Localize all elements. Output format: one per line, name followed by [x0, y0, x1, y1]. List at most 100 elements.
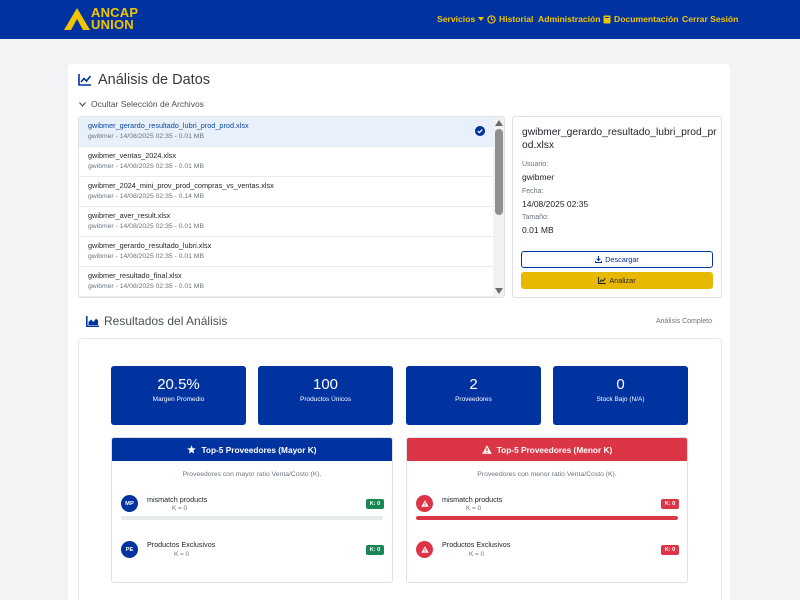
analysis-status: Análisis Completo	[656, 318, 713, 325]
results-title: Resultados del Análisis	[86, 314, 227, 328]
file-meta: gwibmer - 14/08/2025 02:35 - 0.14 MB	[88, 193, 204, 200]
panel-title: Top-5 Proveedores (Mayor K)	[201, 444, 317, 455]
page-title-text: Análisis de Datos	[98, 72, 211, 88]
file-item[interactable]: gwibmer_gerardo_resultado_lubri_prod_pro…	[79, 117, 493, 147]
metric-label: Margen Promedio	[152, 396, 205, 403]
size-value: 0.01 MB	[522, 225, 554, 235]
metric-value: 0	[616, 376, 625, 393]
ancap-logo-icon	[64, 8, 90, 30]
date-value: 14/08/2025 02:35	[522, 199, 589, 209]
panel-subtitle: Proveedores con mayor ratio Venta/Costo …	[182, 471, 322, 478]
metric-card-products: 100 Productos Únicos	[258, 366, 393, 425]
supplier-name: Productos Exclusivos	[147, 540, 216, 549]
metric-card-margin: 20.5% Margen Promedio	[111, 366, 246, 425]
nav-cerrar-sesion[interactable]: Cerrar Sesión	[682, 14, 738, 24]
file-meta: gwibmer - 14/08/2025 02:35 - 0.01 MB	[88, 133, 204, 140]
file-meta: gwibmer - 14/08/2025 02:35 - 0.01 MB	[88, 253, 204, 260]
supplier-avatar	[416, 495, 433, 512]
ancap-union-logo[interactable]: ANCAP UNION	[64, 6, 156, 33]
file-name: gwibmer_aver_result.xlsx	[88, 211, 171, 220]
file-meta: gwibmer - 14/08/2025 02:35 - 0.01 MB	[88, 283, 204, 290]
date-label: Fecha:	[522, 188, 544, 195]
top-suppliers-major-panel: Top-5 Proveedores (Mayor K) Proveedores …	[111, 437, 393, 583]
brand-line-2: UNION	[91, 17, 134, 32]
area-chart-icon	[86, 315, 99, 327]
history-icon	[487, 14, 496, 24]
top-navbar: ANCAP UNION Servicios Historial Administ…	[0, 0, 800, 39]
metric-label: Proveedores	[455, 396, 492, 403]
download-button[interactable]: Descargar	[521, 251, 713, 268]
selected-file-title: gwibmer_gerardo_resultado_lubri_prod_pro…	[522, 127, 717, 151]
k-badge: K: 0	[366, 545, 384, 555]
metric-label: Productos Únicos	[300, 396, 351, 403]
file-name: gwibmer_2024_mini_prov_prod_compras_vs_v…	[88, 181, 274, 190]
file-name: gwibmer_gerardo_resultado_lubri.xlsx	[88, 241, 212, 250]
supplier-name: mismatch products	[442, 495, 503, 504]
toggle-label: Ocultar Selección de Archivos	[91, 99, 204, 109]
supplier-k-text: K = 0	[174, 551, 190, 558]
warning-triangle-icon	[420, 500, 429, 507]
file-details-card: gwibmer_gerardo_resultado_lubri_prod_pro…	[512, 116, 722, 298]
supplier-avatar: PE	[121, 541, 138, 558]
metric-label: Stock Bajo (N/A)	[596, 396, 645, 403]
nav-historial-label: Historial	[499, 14, 534, 24]
file-item[interactable]: gwibmer_resultado_final.xlsx gwibmer - 1…	[79, 267, 493, 297]
file-item[interactable]: gwibmer_2024_mini_prov_prod_compras_vs_v…	[79, 177, 493, 207]
star-icon	[187, 445, 197, 454]
metric-card-suppliers: 2 Proveedores	[406, 366, 541, 425]
supplier-k-text: K = 0	[172, 505, 188, 512]
metric-value: 20.5%	[157, 376, 200, 393]
k-progress-track	[121, 516, 383, 520]
file-list: gwibmer_gerardo_resultado_lubri_prod_pro…	[78, 116, 505, 298]
nav-administracion[interactable]: Administración	[538, 14, 601, 24]
file-name: gwibmer_ventas_2024.xlsx	[88, 151, 177, 160]
k-badge: K: 0	[661, 499, 679, 509]
supplier-avatar	[416, 541, 433, 558]
file-list-scrollbar[interactable]	[493, 117, 504, 297]
nav-historial[interactable]: Historial	[487, 14, 533, 24]
file-item[interactable]: gwibmer_gerardo_resultado_lubri.xlsx gwi…	[79, 237, 493, 267]
analyze-button[interactable]: Analizar	[521, 272, 713, 289]
metric-value: 2	[469, 376, 478, 393]
supplier-k-text: K = 0	[466, 505, 482, 512]
brand-text: ANCAP UNION	[91, 6, 138, 32]
panel-header: Top-5 Proveedores (Mayor K)	[112, 438, 392, 461]
file-name: gwibmer_gerardo_resultado_lubri_prod_pro…	[88, 121, 249, 130]
analyze-label: Analizar	[609, 276, 636, 285]
scroll-thumb[interactable]	[495, 129, 503, 215]
download-label: Descargar	[605, 255, 639, 264]
supplier-name: Productos Exclusivos	[442, 540, 511, 549]
warning-triangle-icon	[481, 445, 492, 454]
page-title: Análisis de Datos	[78, 72, 210, 88]
file-meta: gwibmer - 14/08/2025 02:35 - 0.01 MB	[88, 163, 204, 170]
nav-cerrar-label: Cerrar Sesión	[682, 14, 739, 24]
supplier-k-text: K = 0	[469, 551, 485, 558]
file-meta: gwibmer - 14/08/2025 02:35 - 0.01 MB	[88, 223, 204, 230]
line-chart-icon	[78, 74, 92, 86]
nav-servicios-label: Servicios	[437, 14, 476, 24]
toggle-file-selection[interactable]: Ocultar Selección de Archivos	[79, 99, 204, 109]
panel-title: Top-5 Proveedores (Menor K)	[496, 444, 613, 455]
supplier-avatar: MP	[121, 495, 138, 512]
warning-triangle-icon	[420, 546, 429, 553]
k-progress-fill	[416, 516, 678, 520]
top-suppliers-minor-panel: Top-5 Proveedores (Menor K) Proveedores …	[406, 437, 688, 583]
nav-servicios[interactable]: Servicios	[437, 14, 485, 24]
scroll-down-arrow-icon[interactable]	[495, 288, 503, 294]
user-value: gwibmer	[522, 172, 555, 182]
book-icon	[603, 15, 611, 23]
file-name: gwibmer_resultado_final.xlsx	[88, 271, 182, 280]
nav-documentacion[interactable]: Documentación	[603, 14, 678, 24]
k-progress-track	[416, 516, 678, 520]
file-item[interactable]: gwibmer_aver_result.xlsx gwibmer - 14/08…	[79, 207, 493, 237]
user-label: Usuario:	[522, 161, 549, 168]
chart-line-icon	[598, 277, 607, 284]
panel-header: Top-5 Proveedores (Menor K)	[407, 438, 687, 461]
results-title-text: Resultados del Análisis	[104, 314, 228, 328]
file-item[interactable]: gwibmer_ventas_2024.xlsx gwibmer - 14/08…	[79, 147, 493, 177]
scroll-up-arrow-icon[interactable]	[495, 120, 503, 126]
panel-subtitle: Proveedores con menor ratio Venta/Costo …	[477, 471, 617, 478]
chevron-down-icon	[79, 101, 86, 107]
k-badge: K: 0	[366, 499, 384, 509]
size-label: Tamaño:	[522, 214, 549, 221]
